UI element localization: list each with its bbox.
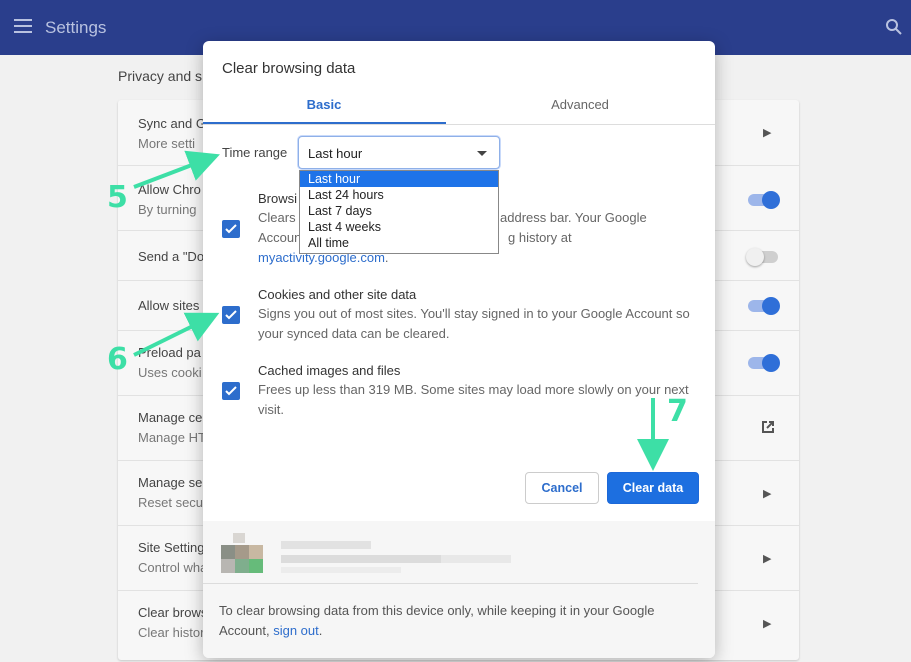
annotation-label: 5	[107, 180, 128, 215]
dropdown-option[interactable]: Last hour	[300, 171, 498, 187]
app-title: Settings	[45, 18, 107, 37]
browsing-history-checkbox[interactable]	[222, 220, 240, 238]
search-icon[interactable]	[885, 18, 903, 36]
dropdown-caret-icon	[477, 151, 487, 156]
active-tab-indicator	[203, 122, 446, 124]
cached-images-checkbox[interactable]	[222, 382, 240, 400]
tab-bar: Basic Advanced	[203, 89, 715, 125]
dialog-footer: To clear browsing data from this device …	[203, 521, 715, 658]
clear-data-button[interactable]: Clear data	[607, 472, 699, 504]
cached-images-description: Frees up less than 319 MB. Some sites ma…	[258, 382, 689, 417]
dropdown-option[interactable]: All time	[300, 235, 498, 251]
sign-out-link[interactable]: sign out	[273, 623, 319, 638]
dialog-title: Clear browsing data	[222, 60, 356, 77]
dropdown-option[interactable]: Last 4 weeks	[300, 219, 498, 235]
cookies-title: Cookies and other site data	[258, 287, 417, 302]
cookies-description: Signs you out of most sites. You'll stay…	[258, 306, 690, 341]
footer-divider	[203, 583, 698, 584]
annotation-label: 7	[667, 394, 688, 429]
cancel-button[interactable]: Cancel	[525, 472, 599, 504]
cookies-checkbox[interactable]	[222, 306, 240, 324]
dropdown-option[interactable]: Last 7 days	[300, 203, 498, 219]
time-range-value: Last hour	[308, 146, 363, 161]
browsing-history-title: Browsi	[258, 191, 298, 206]
time-range-dropdown-list: Last hour Last 24 hours Last 7 days Last…	[299, 170, 499, 254]
time-range-label: Time range	[222, 145, 288, 160]
cached-images-title: Cached images and files	[258, 363, 401, 378]
annotation-label: 6	[107, 342, 128, 377]
account-avatar	[221, 533, 511, 573]
menu-icon[interactable]	[14, 19, 32, 33]
dropdown-option[interactable]: Last 24 hours	[300, 187, 498, 203]
time-range-select[interactable]: Last hour	[298, 136, 500, 169]
footer-text: To clear browsing data from this device …	[219, 603, 655, 638]
tab-advanced[interactable]: Advanced	[459, 97, 701, 112]
clear-browsing-data-dialog: Clear browsing data Basic Advanced Time …	[203, 41, 715, 658]
tab-basic[interactable]: Basic	[203, 97, 445, 112]
